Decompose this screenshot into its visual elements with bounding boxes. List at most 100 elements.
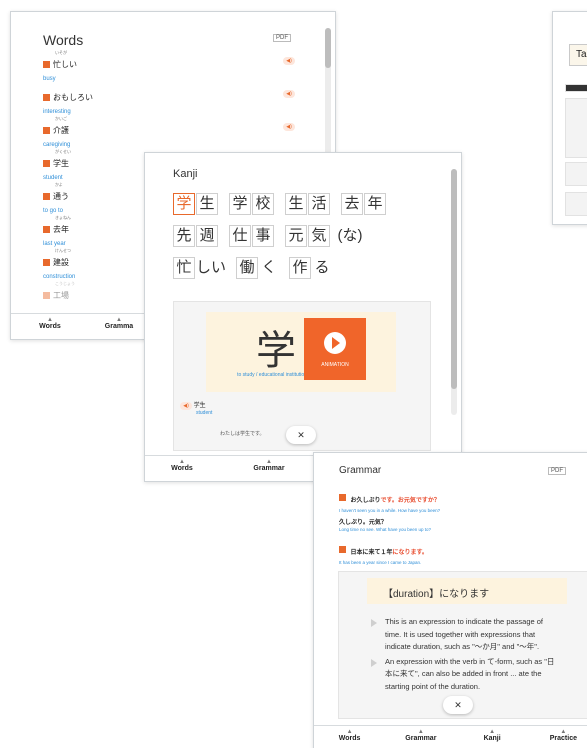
word-item[interactable]: かいご 介護 caregiving ◀) [43,116,295,155]
kanji-panel: Kanji 学生学校生活去年 先週仕事元気 (な) 忙しい働く作る 学 to st… [144,152,462,482]
speaker-icon[interactable]: ◀) [180,402,192,410]
kanji-grid: 学生学校生活去年 先週仕事元気 (な) 忙しい働く作る [173,193,387,289]
word-jp: 工場 [53,291,69,301]
grammar-panel: Grammar PDF お久しぶりです。お元気ですか？ I haven't se… [313,452,587,748]
nav-grammar[interactable]: ▲ Grammar [219,456,319,481]
example-jp: 日本に来て１年になります。 [350,550,427,556]
kanji-cell[interactable]: 先 [173,225,195,247]
explanation-item: This is an expression to indicate the pa… [369,616,559,654]
scrollbar-thumb[interactable] [451,169,457,389]
kanji-cell[interactable]: 去 [341,193,363,215]
check-icon[interactable] [43,226,50,234]
nav-words-label: Words [338,735,361,742]
kanji-large: 学 [256,329,296,373]
example-word-en: student [196,410,213,416]
nav-kanji[interactable]: ▲ Kanji [457,726,528,748]
word-jp: 去年 [53,225,69,235]
check-icon[interactable] [43,259,50,267]
nav-words-label: Words [171,465,193,472]
test-panel: Ta [552,11,587,225]
word-jp: 忙しい [53,60,77,70]
check-icon[interactable] [339,494,346,502]
kanji-detail-card: 学 to study / educational institution ANI… [173,301,431,451]
kanji-cell[interactable]: 作 [289,257,311,279]
nav-practice[interactable]: ▲ Practice [528,726,587,748]
pdf-button[interactable]: PDF [548,467,566,475]
nav-grammar[interactable]: ▲ Grammar [385,726,456,748]
check-icon[interactable] [43,193,50,201]
nav-grammar[interactable]: ▲ Gramma [89,314,149,339]
kanji-cell[interactable]: 活 [308,193,330,215]
speaker-icon[interactable]: ◀) [283,123,295,131]
word-en: caregiving [43,142,71,148]
explanation-item: An expression with the verb in て-form, s… [369,656,559,694]
word-item[interactable]: おもしろい interesting ◀) [43,89,295,122]
pdf-button[interactable]: PDF [273,34,291,42]
kanji-cell[interactable]: 校 [252,193,274,215]
animation-button[interactable]: ANIMATION [304,318,366,380]
word-ruby: けんせつ [55,248,71,253]
nav-words[interactable]: ▲ Words [314,726,385,748]
kanji-cell[interactable]: 学 [173,193,195,215]
check-icon[interactable] [43,127,50,135]
kanji-cell[interactable]: 生 [196,193,218,215]
kanji-cell[interactable]: 生 [285,193,307,215]
close-button[interactable]: ✕ [443,696,473,714]
grammar-example: お久しぶりです。お元気ですか？ I haven't seen you in a … [339,489,440,532]
example-jp-highlight: です。お元気 [380,498,416,504]
kanji-cell[interactable]: 仕 [229,225,251,247]
kanji-cell[interactable]: 事 [252,225,274,247]
word-jp: 学生 [53,159,69,169]
kanji-cell[interactable]: 忙 [173,257,195,279]
kanji-hero: 学 to study / educational institution ANI… [206,312,396,392]
test-header-bar [565,84,587,92]
example-en: It has been a year since I came to Japan… [339,560,422,565]
scrollbar[interactable] [451,169,457,415]
example-sentence: わたしは学生です。 [220,431,265,437]
example-jp-highlight: になります。 [392,550,428,556]
example-en: Long time no see. What have you been up … [339,527,432,532]
kanji-okurigana: しい [196,259,227,276]
example-en: I haven't seen you in a while. How have … [339,508,441,513]
word-ruby: いそが [55,50,67,55]
word-item[interactable]: いそが 忙しい busy ◀) [43,50,295,89]
word-en: busy [43,76,56,82]
check-icon[interactable] [339,546,346,554]
word-ruby: きょねん [55,215,71,220]
nav-words[interactable]: ▲ Words [11,314,89,339]
kanji-cell[interactable]: 学 [229,193,251,215]
nav-words[interactable]: ▲ Words [145,456,219,481]
kanji-okurigana: く [261,259,277,276]
explanation-list: This is an expression to indicate the pa… [369,616,559,695]
kanji-cell[interactable]: 元 [285,225,307,247]
word-en: interesting [43,109,71,115]
example-jp: 久しぶり。元気？ [339,520,387,526]
kanji-cell[interactable]: 年 [364,193,386,215]
kanji-cell[interactable]: 週 [196,225,218,247]
bottom-nav: ▲ Words ▲ Grammar ▲ Kanji ▲ Practice [314,725,587,748]
check-icon[interactable] [43,160,50,168]
check-icon[interactable] [43,94,50,102]
scrollbar-thumb[interactable] [325,28,331,68]
word-ruby: こうじょう [55,281,75,286]
word-ruby: かよ [55,182,63,187]
kanji-title: Kanji [173,168,198,180]
example-word-jp: 学生 [193,403,206,409]
close-button[interactable]: ✕ [286,426,316,444]
kanji-okurigana: (な) [337,227,363,244]
nav-grammar-label: Grammar [253,465,285,472]
word-jp: 通う [53,192,69,202]
example-jp-part: 日本に来て１年 [350,550,393,556]
kanji-row: 忙しい働く作る [173,257,387,289]
kanji-cell[interactable]: 働 [236,257,258,279]
nav-kanji-label: Kanji [483,735,501,742]
example-word: ◀) 学生 student [180,400,212,416]
speaker-icon[interactable]: ◀) [283,90,295,98]
animation-label: ANIMATION [321,362,349,368]
kanji-cell[interactable]: 気 [308,225,330,247]
check-icon[interactable] [43,61,50,69]
check-icon[interactable] [43,292,50,300]
speaker-icon[interactable]: ◀) [283,57,295,65]
word-jp: 介護 [53,126,69,136]
nav-practice-label: Practice [549,735,577,742]
